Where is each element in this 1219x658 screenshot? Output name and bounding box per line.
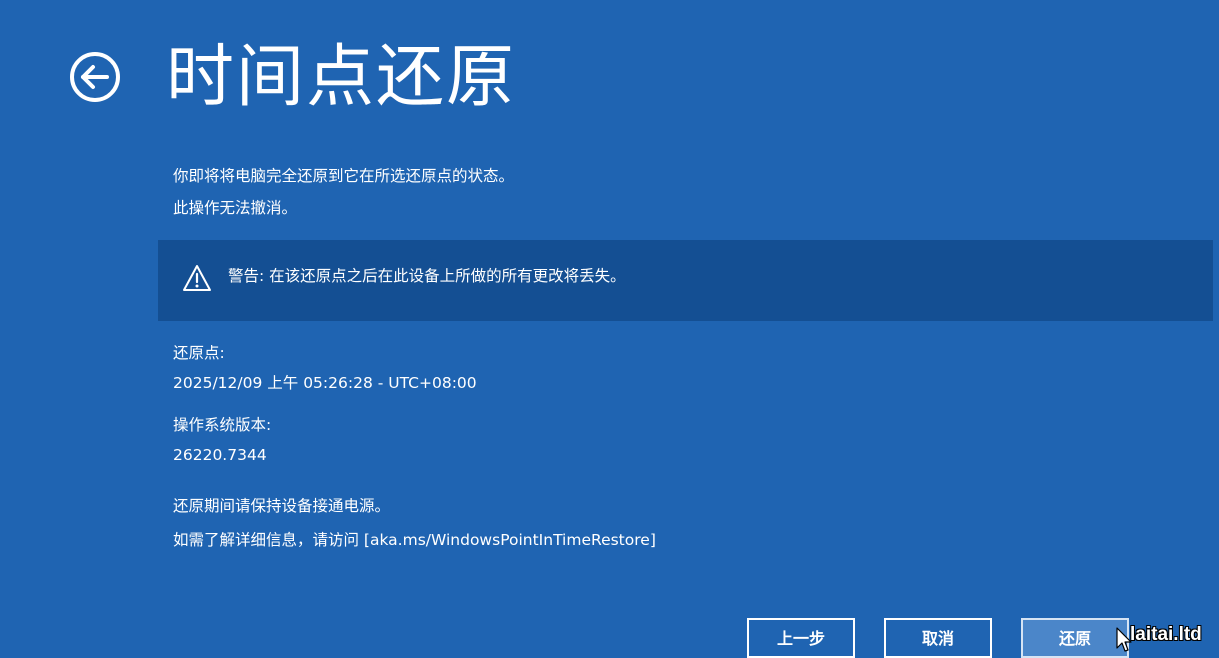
description-line-2: 此操作无法撤消。 bbox=[173, 199, 298, 217]
restore-details: 还原点: 2025/12/09 上午 05:26:28 - UTC+08:00 … bbox=[173, 338, 477, 470]
back-arrow-icon bbox=[70, 52, 120, 102]
restore-button[interactable]: 还原 bbox=[1021, 618, 1129, 658]
os-version-value: 26220.7344 bbox=[173, 446, 267, 464]
footer-notes: 还原期间请保持设备接通电源。 如需了解详细信息，请访问 [aka.ms/Wind… bbox=[173, 489, 656, 557]
power-notice: 还原期间请保持设备接通电源。 bbox=[173, 497, 391, 515]
page-title: 时间点还原 bbox=[166, 38, 517, 117]
warning-banner: 警告: 在该还原点之后在此设备上所做的所有更改将丢失。 bbox=[158, 240, 1213, 321]
warning-triangle-icon bbox=[183, 265, 211, 291]
description-line-1: 你即将将电脑完全还原到它在所选还原点的状态。 bbox=[173, 167, 515, 185]
cancel-button[interactable]: 取消 bbox=[884, 618, 992, 658]
previous-button[interactable]: 上一步 bbox=[747, 618, 855, 658]
watermark: laitai.ltd bbox=[1130, 624, 1202, 645]
more-info-text: 如需了解详细信息，请访问 [aka.ms/WindowsPointInTimeR… bbox=[173, 531, 656, 549]
description: 你即将将电脑完全还原到它在所选还原点的状态。 此操作无法撤消。 bbox=[173, 160, 514, 224]
back-arrow-button[interactable] bbox=[68, 50, 122, 104]
restore-point-value: 2025/12/09 上午 05:26:28 - UTC+08:00 bbox=[173, 374, 477, 392]
os-version-label: 操作系统版本: bbox=[173, 416, 272, 434]
warning-text: 警告: 在该还原点之后在此设备上所做的所有更改将丢失。 bbox=[228, 267, 626, 285]
restore-point-label: 还原点: bbox=[173, 344, 225, 362]
